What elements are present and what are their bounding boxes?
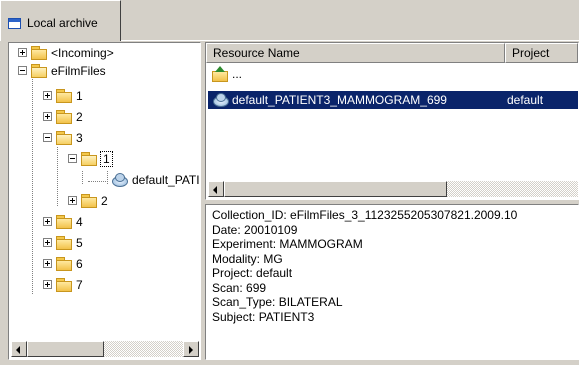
resource-details: Collection_ID: eFilmFiles_3_112325520530… — [205, 204, 579, 360]
expand-icon[interactable] — [43, 112, 52, 121]
folder-icon — [56, 236, 72, 250]
tree-item-6[interactable]: 6 — [43, 254, 83, 273]
folder-icon — [81, 194, 97, 208]
tree-item-label: 1 — [100, 150, 113, 167]
list-scroll-thumb[interactable] — [224, 181, 447, 197]
tree-item-label: 5 — [76, 235, 83, 250]
folder-icon — [56, 278, 72, 292]
tree-item-label: 2 — [101, 193, 108, 208]
folder-open-icon — [31, 64, 47, 78]
tree-scroll-thumb[interactable] — [27, 341, 104, 357]
tab-strip-border — [121, 40, 579, 41]
tree-scroll-left-button[interactable] — [11, 341, 27, 357]
tree-item-label: default_PATIENT3_MAMMOGRAM_699 — [132, 172, 199, 187]
expand-icon[interactable] — [43, 280, 52, 289]
tree-item-incoming[interactable]: <Incoming> — [18, 43, 114, 62]
tree-item-efilmfiles[interactable]: eFilmFiles — [18, 61, 106, 80]
tree-item-4[interactable]: 4 — [43, 212, 83, 231]
tree-item-label: 7 — [76, 277, 83, 292]
detail-project: Project: default — [212, 266, 293, 280]
detail-date: Date: 20010109 — [212, 222, 298, 237]
tree-item-label: 1 — [76, 88, 83, 103]
tab-local-archive-content: Local archive — [8, 14, 98, 32]
expand-icon[interactable] — [43, 238, 52, 247]
tree-scroll-track[interactable] — [104, 341, 183, 357]
tree-item-default-resource[interactable]: default_PATIENT3_MAMMOGRAM_699 — [107, 170, 199, 189]
list-item-name: ... — [232, 67, 243, 81]
list-item-project: default — [507, 93, 544, 107]
detail-subject: Subject: PATIENT3 — [212, 309, 315, 324]
detail-experiment: Experiment: MAMMOGRAM — [212, 237, 363, 251]
expand-icon[interactable] — [43, 217, 52, 226]
folder-icon — [56, 89, 72, 103]
tree-item-3-2[interactable]: 2 — [68, 191, 108, 210]
tree-item-label: 2 — [76, 109, 83, 124]
dicom-resource-icon — [211, 92, 229, 108]
tree-item-7[interactable]: 7 — [43, 275, 83, 294]
detail-modality: Modality: MG — [212, 251, 283, 266]
detail-collection-id: Collection_ID: eFilmFiles_3_112325520530… — [212, 208, 518, 222]
detail-scan-type: Scan_Type: BILATERAL — [212, 295, 343, 309]
tree-item-label: eFilmFiles — [51, 63, 106, 78]
expand-icon[interactable] — [43, 259, 52, 268]
tree-item-label: <Incoming> — [51, 45, 114, 60]
list-item-selected[interactable]: default_PATIENT3_MAMMOGRAM_699 default — [208, 91, 578, 109]
folder-icon — [31, 46, 47, 60]
tree-item-label: 4 — [76, 214, 83, 229]
window-icon — [8, 17, 21, 29]
folder-icon — [56, 110, 72, 124]
archive-tree[interactable]: <Incoming> eFilmFiles 1 2 3 1 default_PA… — [8, 42, 201, 360]
list-scroll-left-button[interactable] — [208, 181, 224, 197]
collapse-icon[interactable] — [68, 154, 77, 163]
tree-item-2[interactable]: 2 — [43, 107, 83, 126]
tree-item-3[interactable]: 3 — [43, 128, 83, 147]
column-header-resource-name[interactable]: Resource Name — [206, 43, 505, 63]
collapse-icon[interactable] — [18, 66, 27, 75]
folder-open-icon — [81, 152, 97, 166]
expand-icon[interactable] — [18, 48, 27, 57]
column-header-project[interactable]: Project — [505, 43, 578, 63]
folder-icon — [56, 215, 72, 229]
expand-icon[interactable] — [68, 196, 77, 205]
folder-open-icon — [56, 131, 72, 145]
tab-label: Local archive — [27, 16, 98, 30]
expand-icon[interactable] — [43, 91, 52, 100]
collapse-icon[interactable] — [43, 133, 52, 142]
folder-icon — [56, 257, 72, 271]
tree-item-3-1[interactable]: 1 — [68, 149, 113, 168]
tree-item-label: 3 — [76, 130, 83, 145]
tree-item-label: 6 — [76, 256, 83, 271]
folder-up-icon — [211, 66, 229, 82]
tab-local-archive[interactable]: Local archive — [0, 0, 121, 41]
tree-item-5[interactable]: 5 — [43, 233, 83, 252]
detail-scan: Scan: 699 — [212, 280, 267, 295]
dicom-resource-icon — [110, 172, 128, 188]
tree-scroll-right-button[interactable] — [183, 341, 199, 357]
list-scroll-track[interactable] — [447, 181, 578, 197]
list-item-parent[interactable]: ... — [208, 65, 578, 83]
list-item-name: default_PATIENT3_MAMMOGRAM_699 — [232, 93, 447, 107]
tree-item-1[interactable]: 1 — [43, 86, 83, 105]
resource-list[interactable]: Resource Name Project ... default_PATIEN… — [205, 42, 579, 200]
